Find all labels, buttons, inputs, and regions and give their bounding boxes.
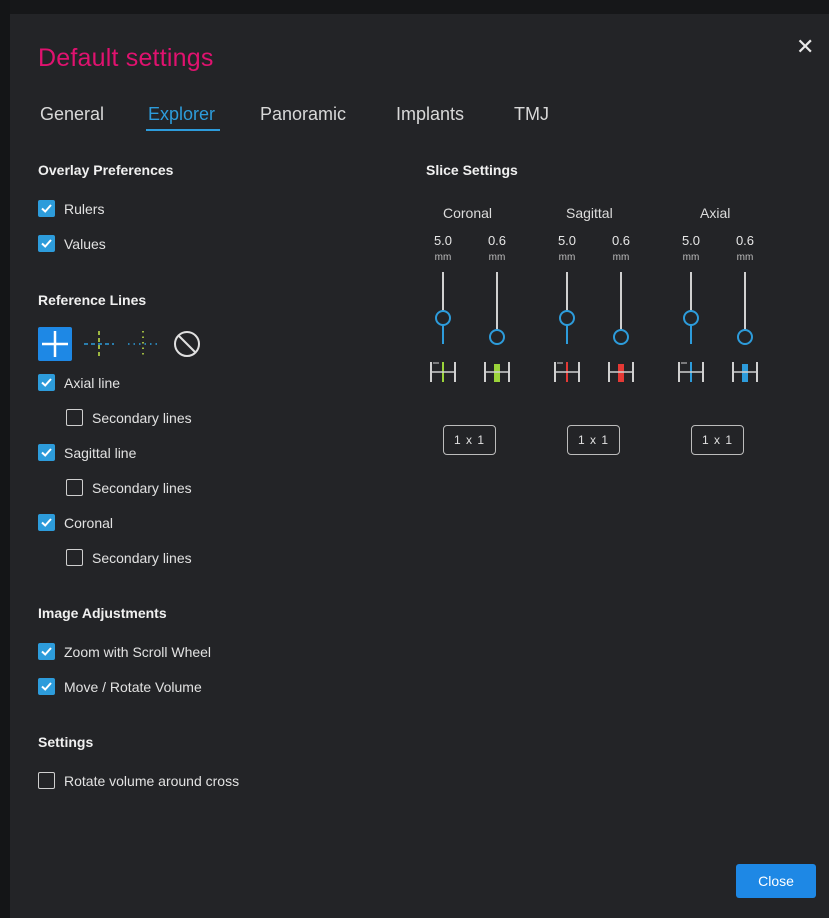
sagittal-spacing-value: 0.6: [611, 233, 631, 248]
coronal-spacing-slider[interactable]: [487, 272, 507, 345]
coronal-line-option[interactable]: Coronal: [38, 514, 113, 531]
rotate-cross-option[interactable]: Rotate volume around cross: [38, 772, 239, 789]
values-checkbox[interactable]: [38, 235, 55, 252]
coronal-spacing-unit: mm: [488, 252, 506, 263]
axial-thickness-value: 5.0: [681, 233, 701, 248]
axial-spacing-slider[interactable]: [735, 272, 755, 345]
axial-spacing-value: 0.6: [735, 233, 755, 248]
axial-layout-button[interactable]: 1 x 1: [691, 425, 744, 455]
reference-style-picker: [38, 327, 208, 361]
rotate-cross-checkbox[interactable]: [38, 772, 55, 789]
close-button[interactable]: Close: [736, 864, 816, 898]
tab-general[interactable]: General: [40, 104, 104, 125]
sagittal-spacing-unit: mm: [612, 252, 630, 263]
sagittal-column-label: Sagittal: [566, 205, 613, 221]
axial-line-checkbox[interactable]: [38, 374, 55, 391]
coronal-thickness-slider[interactable]: [433, 272, 453, 344]
coronal-spacing-icon: [482, 358, 512, 384]
coronal-line-label: Coronal: [64, 514, 114, 531]
coronal-secondary-label: Secondary lines: [92, 549, 192, 566]
sagittal-thickness-slider[interactable]: [557, 272, 577, 344]
dialog-title: Default settings: [38, 44, 214, 72]
image-adjustments-heading: Image Adjustments: [38, 605, 167, 621]
rulers-option[interactable]: Rulers: [38, 200, 104, 217]
axial-thickness-icon: [676, 358, 706, 384]
zoom-scroll-option[interactable]: Zoom with Scroll Wheel: [38, 643, 211, 660]
move-rotate-option[interactable]: Move / Rotate Volume: [38, 678, 202, 695]
solid-cross-icon[interactable]: [38, 327, 72, 361]
dashed-cross-icon[interactable]: [82, 327, 116, 361]
coronal-thickness-icon: [428, 358, 458, 384]
axial-secondary-label: Secondary lines: [92, 409, 192, 426]
tab-tmj[interactable]: TMJ: [514, 104, 549, 125]
sagittal-thickness-unit: mm: [558, 252, 576, 263]
sagittal-line-label: Sagittal line: [64, 444, 137, 461]
axial-spacing-icon: [730, 358, 760, 384]
settings-heading: Settings: [38, 734, 94, 750]
coronal-column-label: Coronal: [443, 205, 493, 221]
move-rotate-label: Move / Rotate Volume: [64, 678, 202, 695]
coronal-layout-button[interactable]: 1 x 1: [443, 425, 496, 455]
rulers-label: Rulers: [64, 200, 105, 217]
sagittal-secondary-label: Secondary lines: [92, 479, 192, 496]
sagittal-thickness-icon: [552, 358, 582, 384]
axial-spacing-unit: mm: [736, 252, 754, 263]
sagittal-secondary-option[interactable]: Secondary lines: [66, 479, 192, 496]
values-option[interactable]: Values: [38, 235, 106, 252]
tab-implants[interactable]: Implants: [396, 104, 464, 125]
coronal-line-checkbox[interactable]: [38, 514, 55, 531]
zoom-scroll-label: Zoom with Scroll Wheel: [64, 643, 212, 660]
close-icon[interactable]: ✕: [796, 36, 814, 58]
axial-secondary-checkbox[interactable]: [66, 409, 83, 426]
move-rotate-checkbox[interactable]: [38, 678, 55, 695]
axial-thickness-unit: mm: [682, 252, 700, 263]
active-tab-indicator: [146, 129, 220, 131]
sagittal-spacing-icon: [606, 358, 636, 384]
rotate-cross-label: Rotate volume around cross: [64, 772, 240, 789]
axial-secondary-option[interactable]: Secondary lines: [66, 409, 192, 426]
zoom-scroll-checkbox[interactable]: [38, 643, 55, 660]
coronal-spacing-value: 0.6: [487, 233, 507, 248]
tab-explorer[interactable]: Explorer: [148, 104, 215, 125]
coronal-thickness-unit: mm: [434, 252, 452, 263]
none-icon[interactable]: [170, 327, 204, 361]
sagittal-secondary-checkbox[interactable]: [66, 479, 83, 496]
slice-settings-heading: Slice Settings: [426, 162, 518, 178]
window-top-edge: [0, 0, 829, 14]
axial-line-option[interactable]: Axial line: [38, 374, 120, 391]
axial-column-label: Axial: [700, 205, 731, 221]
axial-thickness-slider[interactable]: [681, 272, 701, 344]
axial-line-label: Axial line: [64, 374, 121, 391]
sagittal-line-option[interactable]: Sagittal line: [38, 444, 136, 461]
window-left-edge: [0, 0, 10, 918]
sagittal-spacing-slider[interactable]: [611, 272, 631, 345]
rulers-checkbox[interactable]: [38, 200, 55, 217]
coronal-thickness-value: 5.0: [433, 233, 453, 248]
sagittal-layout-button[interactable]: 1 x 1: [567, 425, 620, 455]
reference-heading: Reference Lines: [38, 292, 147, 308]
sagittal-line-checkbox[interactable]: [38, 444, 55, 461]
values-label: Values: [64, 235, 106, 252]
coronal-secondary-option[interactable]: Secondary lines: [66, 549, 192, 566]
overlay-heading: Overlay Preferences: [38, 162, 174, 178]
dotted-cross-icon[interactable]: [126, 327, 160, 361]
coronal-secondary-checkbox[interactable]: [66, 549, 83, 566]
tab-panoramic[interactable]: Panoramic: [260, 104, 346, 125]
sagittal-thickness-value: 5.0: [557, 233, 577, 248]
